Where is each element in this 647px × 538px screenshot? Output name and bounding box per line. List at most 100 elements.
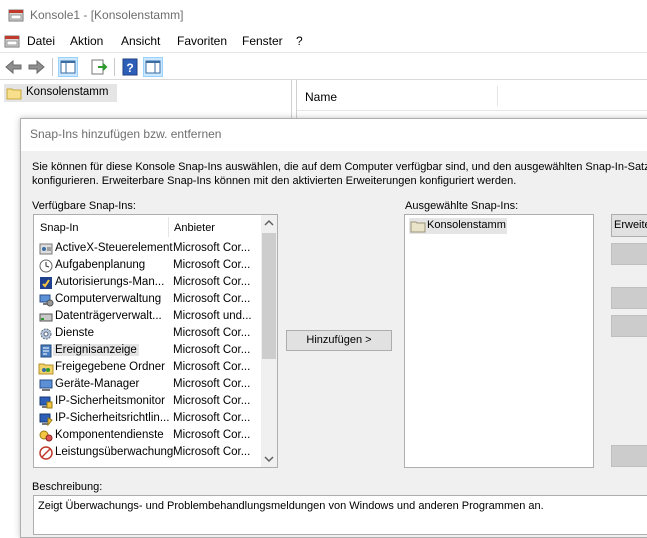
column-header-vendor[interactable]: Anbieter — [174, 222, 215, 234]
snapin-name: Autorisierungs-Man... — [55, 276, 165, 288]
dialog-title: Snap-Ins hinzufügen bzw. entfernen — [30, 127, 222, 141]
tree-item-konsolenstamm[interactable]: Konsolenstamm — [4, 84, 117, 102]
snapin-name: Ereignisanzeige — [53, 344, 139, 356]
event-viewer-icon — [38, 343, 54, 359]
snapin-row[interactable]: ActiveX-Steuerelement Microsoft Cor... — [34, 241, 274, 258]
export-list-icon[interactable] — [89, 57, 109, 77]
snapin-vendor: Microsoft Cor... — [173, 429, 251, 441]
console-menu-icon[interactable] — [4, 33, 20, 49]
advanced-button[interactable] — [611, 445, 647, 467]
gear-icon — [38, 326, 54, 342]
menu-aktion[interactable]: Aktion — [70, 34, 103, 48]
snapin-name: ActiveX-Steuerelement — [55, 242, 173, 254]
list-header: Name — [297, 82, 647, 111]
selected-snapins-list[interactable]: Konsolenstamm — [404, 214, 594, 468]
folder-icon — [6, 85, 22, 101]
snapin-rows: ActiveX-Steuerelement Microsoft Cor... Auf… — [34, 241, 261, 467]
snapin-row[interactable]: Dienste Microsoft Cor... — [34, 326, 274, 343]
available-snapins-list[interactable]: Snap-In Anbieter ActiveX-Steuerelement Mi… — [33, 214, 278, 468]
move-up-button[interactable] — [611, 287, 647, 309]
snapin-vendor: Microsoft Cor... — [173, 446, 251, 458]
extensions-button[interactable]: Erweiter — [611, 214, 647, 237]
menu-ansicht[interactable]: Ansicht — [121, 34, 160, 48]
computer-management-icon — [38, 292, 54, 308]
snapin-name: Komponentendienste — [55, 429, 164, 441]
snapin-vendor: Microsoft Cor... — [173, 395, 251, 407]
back-arrow-icon[interactable] — [4, 57, 24, 77]
ip-security-policy-icon — [38, 411, 54, 427]
snapin-vendor: Microsoft und... — [173, 310, 252, 322]
snapin-name: Datenträgerverwalt... — [55, 310, 162, 322]
list-header: Snap-In Anbieter — [34, 215, 261, 239]
clock-icon — [38, 258, 54, 274]
svg-text:?: ? — [126, 61, 133, 75]
column-header-name[interactable]: Name — [305, 90, 337, 104]
menu-help[interactable]: ? — [296, 34, 303, 48]
help-icon[interactable]: ? — [120, 57, 140, 77]
scroll-up-icon[interactable] — [261, 215, 277, 232]
snapin-name: Aufgabenplanung — [55, 259, 146, 271]
title-bar: Konsole1 - [Konsolenstamm] — [0, 0, 647, 30]
scroll-down-icon[interactable] — [261, 450, 277, 467]
snapin-row[interactable]: Freigegebene Ordner Microsoft Cor... — [34, 360, 274, 377]
snapin-vendor: Microsoft Cor... — [173, 361, 251, 373]
menu-favoriten[interactable]: Favoriten — [177, 34, 227, 48]
snapin-row[interactable]: Aufgabenplanung Microsoft Cor... — [34, 258, 274, 275]
move-down-button[interactable] — [611, 315, 647, 337]
folder-icon — [410, 218, 426, 234]
snapin-vendor: Microsoft Cor... — [173, 378, 251, 390]
shared-folder-icon — [38, 360, 54, 376]
snapin-name: IP-Sicherheitsmonitor — [55, 395, 165, 407]
tree-item-label: Konsolenstamm — [26, 86, 109, 98]
snapin-vendor: Microsoft Cor... — [173, 293, 251, 305]
scrollbar-thumb[interactable] — [262, 233, 276, 359]
snapin-vendor: Microsoft Cor... — [173, 276, 251, 288]
add-button[interactable]: Hinzufügen > — [286, 330, 392, 351]
snapin-name: Geräte-Manager — [55, 378, 140, 390]
snapin-row[interactable]: Datenträgerverwalt... Microsoft und... — [34, 309, 274, 326]
snapin-name: Leistungsüberwachung — [55, 446, 174, 458]
column-header-snapin[interactable]: Snap-In — [40, 222, 79, 234]
snapin-row[interactable]: Ereignisanzeige Microsoft Cor... — [34, 343, 274, 360]
vertical-scrollbar[interactable] — [261, 215, 277, 467]
menu-bar: Datei Aktion Ansicht Favoriten Fenster ? — [0, 30, 647, 52]
device-manager-icon — [38, 377, 54, 393]
snapin-vendor: Microsoft Cor... — [173, 412, 251, 424]
show-hide-console-tree-icon[interactable] — [58, 57, 78, 77]
snapin-row[interactable]: Komponentendienste Microsoft Cor... — [34, 428, 274, 445]
snapin-row[interactable]: Autorisierungs-Man... Microsoft Cor... — [34, 275, 274, 292]
description-box: Zeigt Überwachungs- und Problembehandlun… — [33, 495, 647, 535]
menu-datei[interactable]: Datei — [27, 34, 55, 48]
available-snapins-label: Verfügbare Snap-Ins: — [32, 200, 136, 212]
selected-snapins-label: Ausgewählte Snap-Ins: — [405, 200, 519, 212]
column-divider — [168, 217, 169, 237]
authorization-icon — [38, 275, 54, 291]
toolbar: ? — [0, 52, 647, 80]
selected-item-konsolenstamm[interactable]: Konsolenstamm — [409, 218, 507, 234]
snapin-row[interactable]: Leistungsüberwachung Microsoft Cor... — [34, 445, 274, 462]
menu-fenster[interactable]: Fenster — [242, 34, 283, 48]
remove-button[interactable] — [611, 243, 647, 265]
result-pane: Name — [296, 80, 647, 120]
snapin-row[interactable]: IP-Sicherheitsrichtlin... Microsoft Cor..… — [34, 411, 274, 428]
snapin-vendor: Microsoft Cor... — [173, 259, 251, 271]
toolbar-separator — [114, 58, 115, 76]
snapin-name: Dienste — [55, 327, 94, 339]
show-hide-action-pane-icon[interactable] — [143, 57, 163, 77]
column-divider — [497, 86, 498, 106]
disk-icon — [38, 309, 54, 325]
toolbar-separator — [52, 58, 53, 76]
window-title: Konsole1 - [Konsolenstamm] — [30, 8, 184, 22]
snapin-row[interactable]: Computerverwaltung Microsoft Cor... — [34, 292, 274, 309]
selected-item-label: Konsolenstamm — [427, 219, 506, 231]
snapin-row[interactable]: IP-Sicherheitsmonitor Microsoft Cor... — [34, 394, 274, 411]
snapin-vendor: Microsoft Cor... — [173, 327, 251, 339]
intro-text-line2: konfigurieren. Erweiterbare Snap-Ins kön… — [32, 175, 517, 187]
component-services-icon — [38, 428, 54, 444]
snapin-row[interactable]: Geräte-Manager Microsoft Cor... — [34, 377, 274, 394]
snapin-vendor: Microsoft Cor... — [173, 242, 251, 254]
description-label: Beschreibung: — [32, 481, 103, 493]
snapin-name: Computerverwaltung — [55, 293, 162, 305]
dialog-title-bar: Snap-Ins hinzufügen bzw. entfernen — [21, 119, 647, 151]
forward-arrow-icon[interactable] — [26, 57, 46, 77]
